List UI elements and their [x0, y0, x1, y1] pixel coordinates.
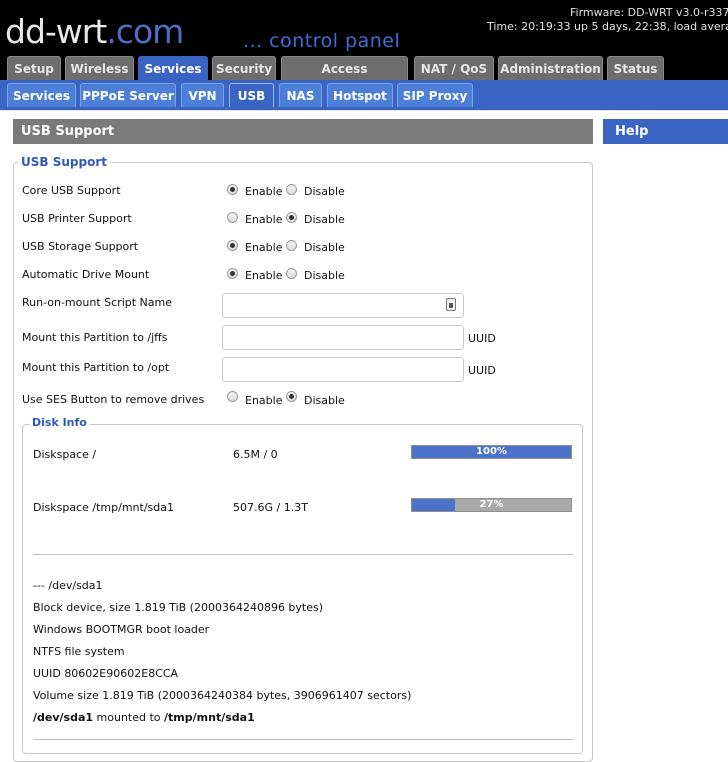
- diskspace-root-label: Diskspace /: [33, 448, 97, 461]
- diskspace-sda1-percent: 27%: [479, 499, 504, 510]
- tab-setup[interactable]: Setup: [7, 56, 61, 80]
- core-usb-enable-radio[interactable]: [227, 184, 238, 195]
- tab-services[interactable]: Services: [138, 56, 208, 80]
- core-usb-disable-label: Disable: [304, 185, 345, 198]
- jffs-partition-input[interactable]: [222, 325, 464, 350]
- ses-enable-label: Enable: [245, 394, 283, 407]
- tab-administration[interactable]: Administration: [498, 56, 603, 80]
- jffs-partition-label: Mount this Partition to /jffs: [22, 331, 168, 344]
- subtab-sip-proxy[interactable]: SIP Proxy: [397, 83, 473, 107]
- tab-nat-qos[interactable]: NAT / QoS: [414, 56, 494, 80]
- mount-device: /dev/sda1: [33, 711, 94, 724]
- auto-mount-disable-radio[interactable]: [286, 268, 297, 279]
- subtab-services[interactable]: Services: [7, 83, 76, 107]
- auto-mount-enable-radio[interactable]: [227, 268, 238, 279]
- divider: [33, 739, 573, 740]
- diskspace-root-value: 6.5M / 0: [233, 448, 278, 461]
- ses-button-label: Use SES Button to remove drives: [22, 393, 205, 406]
- firmware-info: Firmware: DD-WRT v3.0-r33772: [570, 6, 728, 19]
- storage-disable-radio[interactable]: [286, 240, 297, 251]
- diskspace-root-percent: 100%: [476, 446, 507, 457]
- usb-support-legend: USB Support: [18, 155, 110, 169]
- storage-enable-label: Enable: [245, 241, 283, 254]
- ses-disable-label: Disable: [304, 394, 345, 407]
- storage-disable-label: Disable: [304, 241, 345, 254]
- printer-disable-label: Disable: [304, 213, 345, 226]
- divider: [33, 554, 573, 555]
- printer-enable-radio[interactable]: [227, 212, 238, 223]
- sub-tabs: Services PPPoE Server VPN USB NAS Hotspo…: [0, 80, 728, 110]
- section-title: USB Support: [13, 119, 593, 144]
- info-line: --- /dev/sda1: [33, 579, 103, 592]
- info-line: Windows BOOTMGR boot loader: [33, 623, 210, 636]
- storage-enable-radio[interactable]: [227, 240, 238, 251]
- info-line: NTFS file system: [33, 645, 125, 658]
- auto-mount-disable-label: Disable: [304, 269, 345, 282]
- tab-status[interactable]: Status: [607, 56, 664, 80]
- logo-main: dd-wrt: [5, 12, 107, 51]
- opt-partition-input[interactable]: [222, 357, 464, 382]
- control-panel-title: ... control panel: [243, 30, 401, 52]
- ses-disable-radio[interactable]: [286, 391, 297, 402]
- auto-mount-label: Automatic Drive Mount: [22, 268, 150, 281]
- disk-info-fieldset: [22, 424, 583, 754]
- script-name-label: Run-on-mount Script Name: [22, 296, 172, 309]
- main-tabs: Setup Wireless Services Security Access …: [0, 56, 728, 100]
- printer-disable-radio[interactable]: [286, 212, 297, 223]
- ddwrt-logo[interactable]: dd-wrt.com: [5, 12, 184, 51]
- diskspace-sda1-label: Diskspace /tmp/mnt/sda1: [33, 501, 174, 514]
- opt-uuid-label: UUID: [468, 364, 496, 377]
- core-usb-enable-label: Enable: [245, 185, 283, 198]
- opt-partition-label: Mount this Partition to /opt: [22, 361, 170, 374]
- mount-status-line: /dev/sda1 mounted to /tmp/mnt/sda1: [33, 711, 255, 724]
- tab-security[interactable]: Security: [212, 56, 276, 80]
- core-usb-disable-radio[interactable]: [286, 184, 297, 195]
- info-line: Volume size 1.819 TiB (2000364240384 byt…: [33, 689, 412, 702]
- storage-support-label: USB Storage Support: [22, 240, 139, 253]
- subtab-nas[interactable]: NAS: [279, 83, 322, 107]
- printer-support-label: USB Printer Support: [22, 212, 132, 225]
- uptime-info: Time: 20:19:33 up 5 days, 22:38, load av…: [487, 20, 728, 33]
- mount-mid: mounted to: [93, 711, 165, 724]
- document-icon[interactable]: [446, 298, 456, 311]
- tab-wireless[interactable]: Wireless: [65, 56, 134, 80]
- ses-enable-radio[interactable]: [227, 391, 238, 402]
- subtab-pppoe-server[interactable]: PPPoE Server: [80, 83, 176, 107]
- subtab-hotspot[interactable]: Hotspot: [327, 83, 393, 107]
- disk-info-legend: Disk Info: [29, 416, 90, 429]
- core-usb-label: Core USB Support: [22, 184, 121, 197]
- subtab-vpn[interactable]: VPN: [181, 83, 224, 107]
- jffs-uuid-label: UUID: [468, 332, 496, 345]
- tab-access-restrictions[interactable]: Access Restrictions: [281, 56, 408, 100]
- script-name-input[interactable]: [222, 293, 464, 318]
- auto-mount-enable-label: Enable: [245, 269, 283, 282]
- tab-divider: [0, 110, 728, 111]
- help-link[interactable]: Help: [603, 119, 728, 144]
- diskspace-sda1-bar: 27%: [411, 498, 572, 512]
- diskspace-root-bar: 100%: [411, 445, 572, 459]
- logo-suffix: .com: [106, 12, 184, 51]
- mount-point: /tmp/mnt/sda1: [164, 711, 255, 724]
- diskspace-sda1-value: 507.6G / 1.3T: [233, 501, 308, 514]
- info-line: Block device, size 1.819 TiB (2000364240…: [33, 601, 324, 614]
- subtab-usb[interactable]: USB: [229, 83, 274, 107]
- printer-enable-label: Enable: [245, 213, 283, 226]
- info-line: UUID 80602E90602E8CCA: [33, 667, 179, 680]
